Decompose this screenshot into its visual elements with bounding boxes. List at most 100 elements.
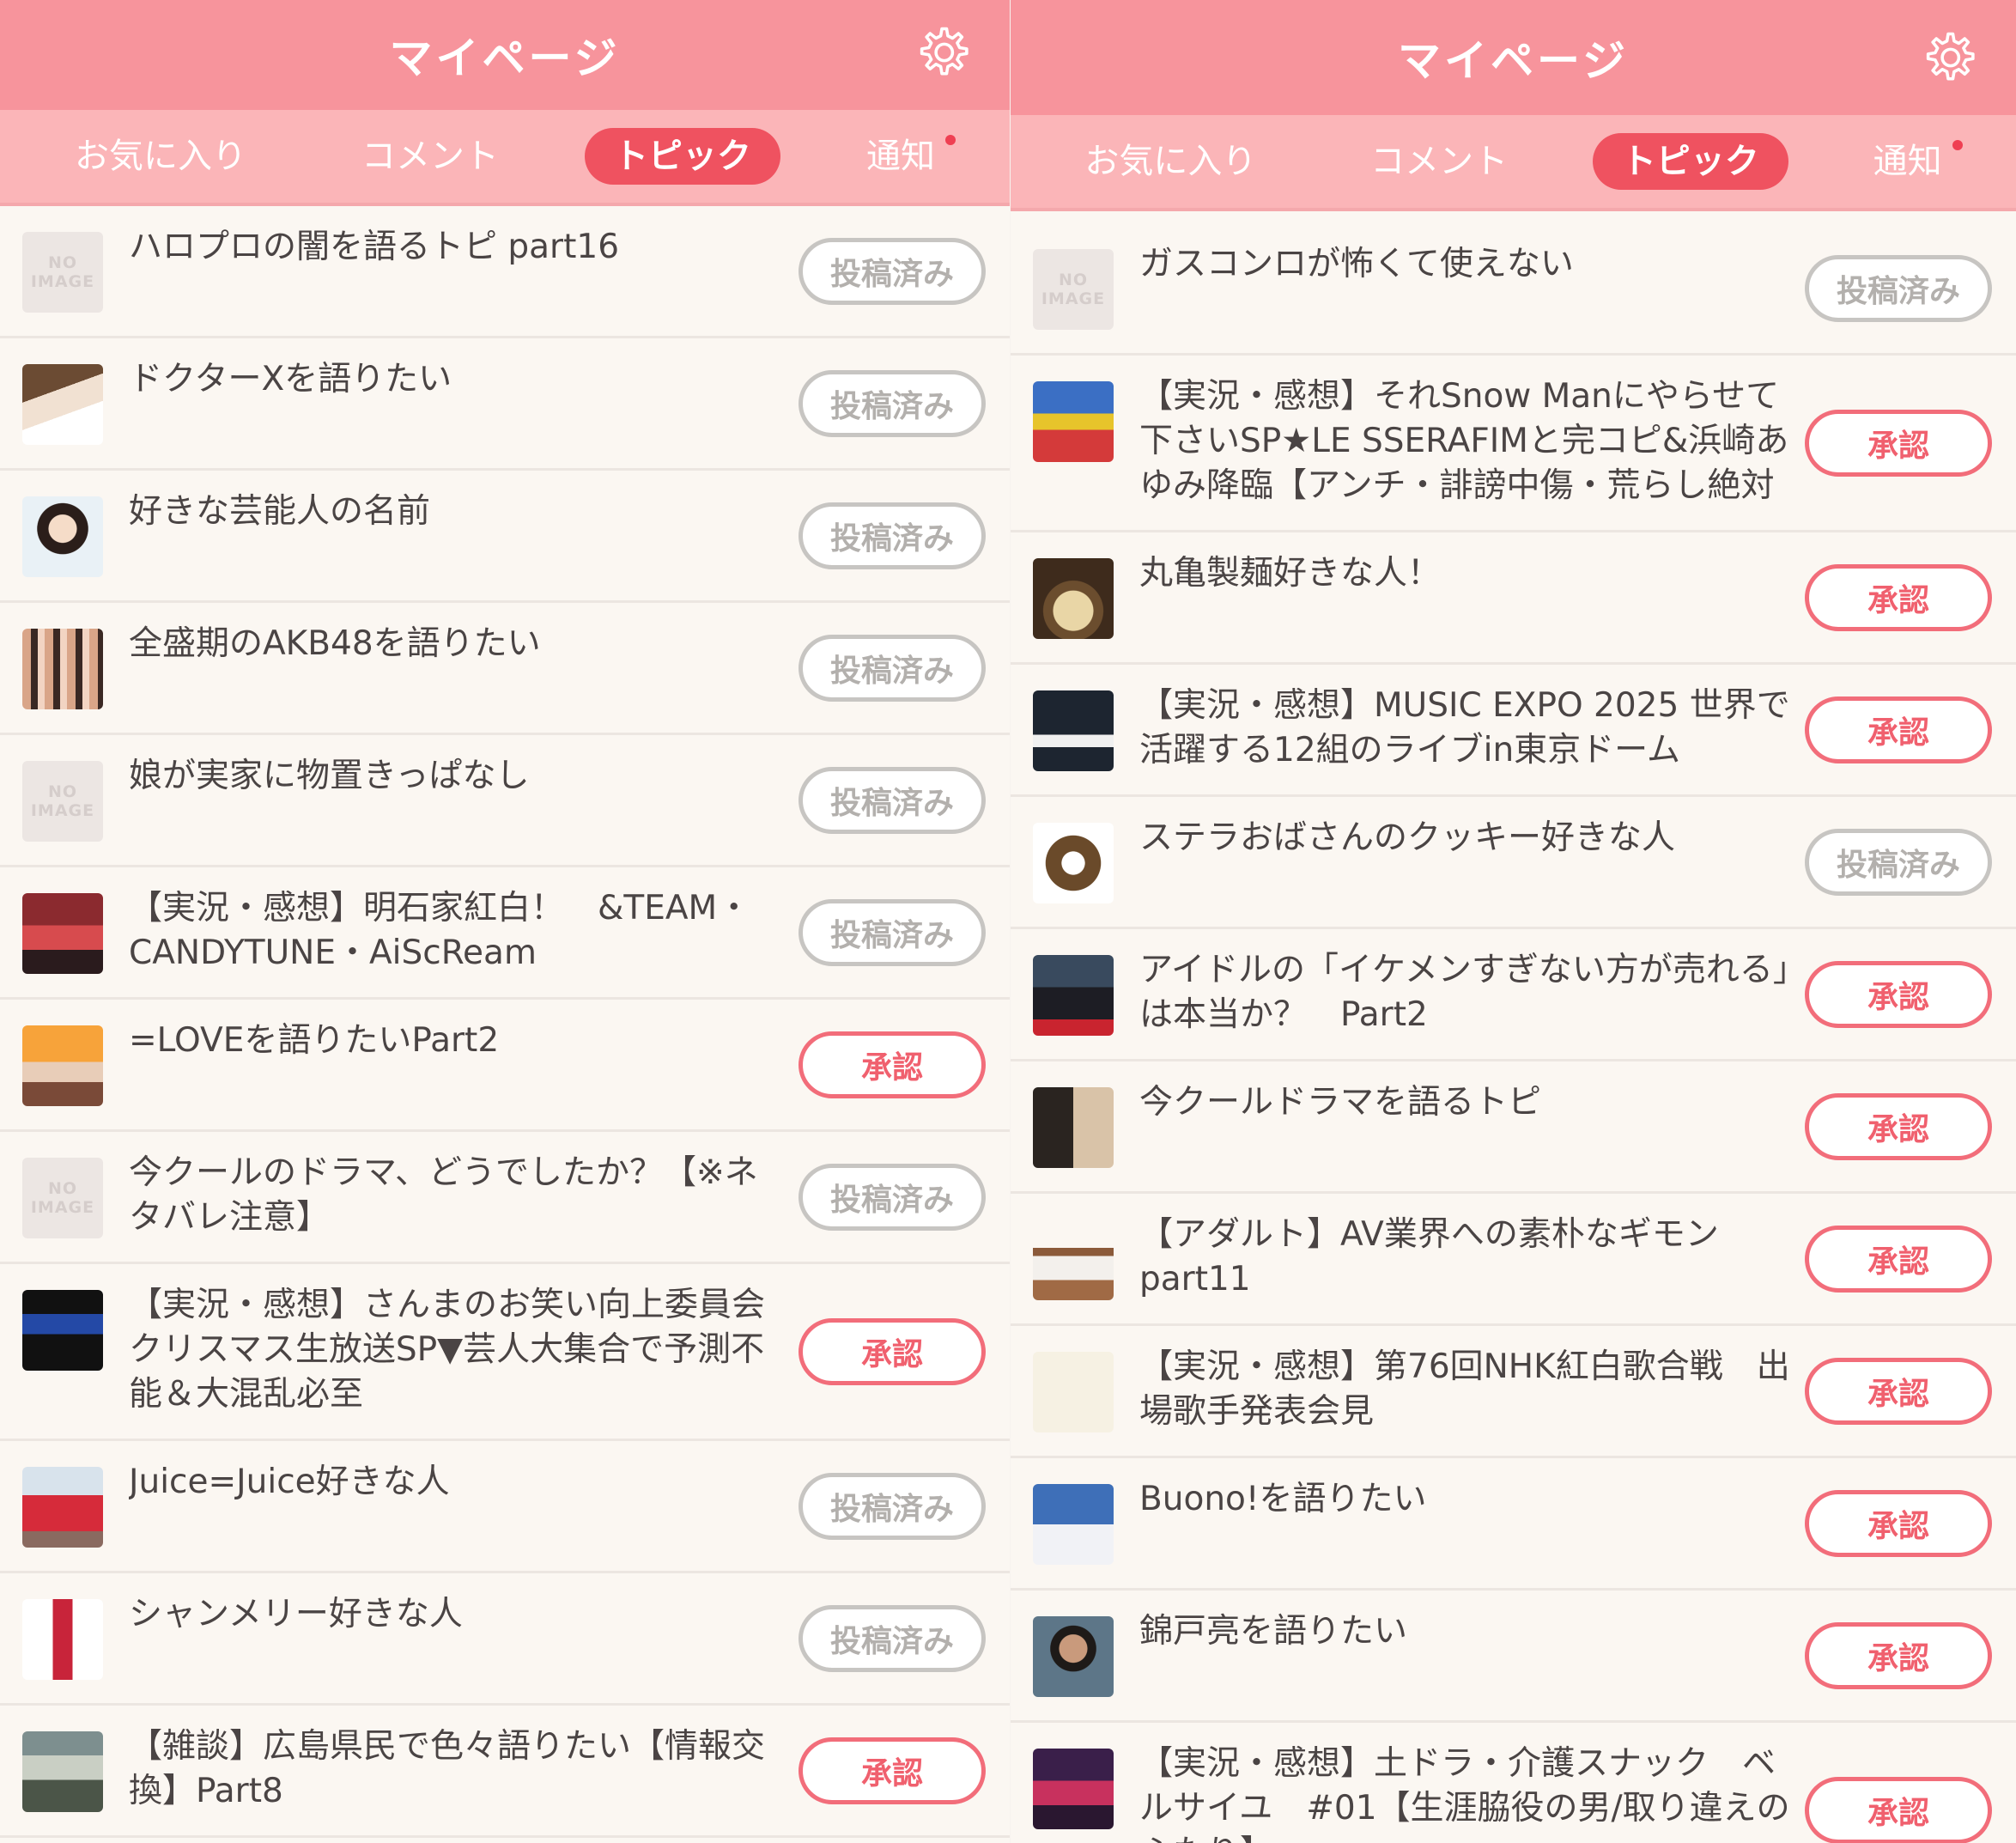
posted-badge[interactable]: 投稿済み xyxy=(799,502,986,569)
tab-topics[interactable]: トピック xyxy=(585,128,780,185)
tab-bar: お気に入り コメント トピック 通知 xyxy=(0,110,1010,206)
tab-notifications[interactable]: 通知 xyxy=(1844,133,1971,190)
topic-title[interactable]: 【実況・感想】第76回NHK紅白歌合戦 出場歌手発表会見 xyxy=(1139,1345,1805,1434)
posted-badge[interactable]: 投稿済み xyxy=(799,766,986,834)
topic-thumbnail xyxy=(1033,1220,1114,1300)
topic-thumbnail xyxy=(22,1599,103,1680)
approve-button[interactable]: 承認 xyxy=(799,1317,986,1385)
topic-title[interactable]: Buono!を語りたい xyxy=(1139,1477,1805,1522)
topic-row[interactable]: Buono!を語りたい 承認 xyxy=(1011,1458,2016,1591)
topic-row[interactable]: 【実況・感想】MUSIC EXPO 2025 世界で活躍する12組のライブin東… xyxy=(1011,665,2016,797)
posted-badge[interactable]: 投稿済み xyxy=(799,634,986,702)
topic-row[interactable]: 【実況・感想】それSnow Manにやらせて下さいSP★LE SSERAFIMと… xyxy=(1011,356,2016,532)
posted-badge[interactable]: 投稿済み xyxy=(799,1472,986,1540)
topic-row[interactable]: 錦戸亮を語りたい 承認 xyxy=(1011,1591,2016,1723)
posted-badge[interactable]: 投稿済み xyxy=(799,369,986,437)
topic-row[interactable]: 【実況・感想】さんまのお笑い向上委員会クリスマス生放送SP▼芸人大集合で予測不能… xyxy=(0,1264,1010,1441)
topic-row[interactable]: =LOVEを語りたいPart2 承認 xyxy=(0,1000,1010,1132)
approve-button[interactable]: 承認 xyxy=(799,1031,986,1098)
approve-button[interactable]: 承認 xyxy=(1805,1225,1992,1293)
topic-thumbnail xyxy=(1033,1616,1114,1697)
no-image-text: IMAGE xyxy=(30,801,95,820)
topic-title[interactable]: ステラおばさんのクッキー好きな人 xyxy=(1139,816,1805,861)
topic-row[interactable]: 好きな芸能人の名前 投稿済み xyxy=(0,471,1010,603)
left-panel: マイページ お気に入り コメント トピック 通知 NO IMAGE ハロプロの闇を語るトピ… xyxy=(0,0,1010,1843)
topic-row[interactable]: アイドルの「イケメンすぎない方が売れる」は本当か？ Part2 承認 xyxy=(1011,929,2016,1061)
topic-row[interactable]: NO IMAGE ガスコンロが怖くて使えない 投稿済み xyxy=(1011,223,2016,356)
posted-badge[interactable]: 投稿済み xyxy=(1805,254,1992,322)
tab-favorites[interactable]: お気に入り xyxy=(1055,133,1285,190)
approve-button[interactable]: 承認 xyxy=(1805,409,1992,477)
topic-title[interactable]: 全盛期のAKB48を語りたい xyxy=(129,622,799,666)
posted-badge[interactable]: 投稿済み xyxy=(1805,828,1992,896)
approve-button[interactable]: 承認 xyxy=(1805,1621,1992,1689)
gear-icon[interactable] xyxy=(914,24,970,81)
posted-badge[interactable]: 投稿済み xyxy=(799,1163,986,1231)
topic-title[interactable]: 今クールドラマを語るトピ xyxy=(1139,1080,1805,1125)
topic-row[interactable]: NO IMAGE 娘が実家に物置きっぱなし 投稿済み xyxy=(0,735,1010,867)
approve-button[interactable]: 承認 xyxy=(1805,696,1992,763)
topic-title[interactable]: シャンメリー好きな人 xyxy=(129,1592,799,1637)
posted-badge[interactable]: 投稿済み xyxy=(799,1604,986,1672)
topic-title[interactable]: 【実況・感想】それSnow Manにやらせて下さいSP★LE SSERAFIMと… xyxy=(1139,374,1805,508)
gear-icon[interactable] xyxy=(1920,29,1977,86)
tab-label: トピック xyxy=(1621,142,1759,181)
topic-thumbnail xyxy=(1033,955,1114,1036)
topic-title[interactable]: 【実況・感想】MUSIC EXPO 2025 世界で活躍する12組のライブin東… xyxy=(1139,684,1805,773)
no-image-placeholder: NO IMAGE xyxy=(22,232,103,313)
page-title: マイページ xyxy=(389,33,621,83)
topic-row[interactable]: 【アダルト】AV業界への素朴なギモン part11 承認 xyxy=(1011,1194,2016,1326)
topic-thumbnail xyxy=(22,1025,103,1106)
topic-title[interactable]: 【アダルト】AV業界への素朴なギモン part11 xyxy=(1139,1213,1805,1302)
topic-title[interactable]: 今クールのドラマ、どうでしたか？【※ネタバレ注意】 xyxy=(129,1151,799,1240)
topic-title[interactable]: ドクターXを語りたい xyxy=(129,357,799,402)
topic-row[interactable]: シャンメリー好きな人 投稿済み xyxy=(0,1573,1010,1706)
topic-title[interactable]: 娘が実家に物置きっぱなし xyxy=(129,754,799,799)
topic-row[interactable]: ドクターXを語りたい 投稿済み xyxy=(0,338,1010,471)
topic-title[interactable]: 錦戸亮を語りたい xyxy=(1139,1609,1805,1654)
approve-button[interactable]: 承認 xyxy=(1805,1489,1992,1557)
tab-favorites[interactable]: お気に入り xyxy=(46,128,276,185)
topic-row[interactable]: 【実況・感想】第76回NHK紅白歌合戦 出場歌手発表会見 承認 xyxy=(1011,1326,2016,1458)
topic-list: NO IMAGE ハロプロの闇を語るトピ part16 投稿済み ドクターXを語りたい投… xyxy=(0,206,1010,1838)
topic-row[interactable]: 【実況・感想】明石家紅白！ &TEAM・CANDYTUNE・AiScReam 投稿… xyxy=(0,867,1010,1000)
no-image-text: NO xyxy=(47,1179,78,1198)
topic-row[interactable]: 【実況・感想】土ドラ・介護スナック ベルサイユ #01【生涯脇役の男/取り違えの… xyxy=(1011,1723,2016,1843)
topic-thumbnail xyxy=(22,364,103,445)
posted-badge[interactable]: 投稿済み xyxy=(799,898,986,966)
topic-row[interactable]: ステラおばさんのクッキー好きな人 投稿済み xyxy=(1011,797,2016,929)
topic-title[interactable]: =LOVEを語りたいPart2 xyxy=(129,1019,799,1063)
topic-thumbnail xyxy=(1033,381,1114,462)
topic-title[interactable]: ハロプロの闇を語るトピ part16 xyxy=(129,225,799,270)
topic-row[interactable]: 丸亀製麺好きな人！ 承認 xyxy=(1011,532,2016,665)
topic-title[interactable]: アイドルの「イケメンすぎない方が売れる」は本当か？ Part2 xyxy=(1139,948,1805,1037)
approve-button[interactable]: 承認 xyxy=(799,1737,986,1804)
topic-title[interactable]: 丸亀製麺好きな人！ xyxy=(1139,551,1805,596)
approve-button[interactable]: 承認 xyxy=(1805,960,1992,1028)
no-image-placeholder: NO IMAGE xyxy=(22,1158,103,1238)
tab-notifications[interactable]: 通知 xyxy=(837,128,964,185)
topic-title[interactable]: ガスコンロが怖くて使えない xyxy=(1139,242,1805,287)
approve-button[interactable]: 承認 xyxy=(1805,563,1992,631)
posted-badge[interactable]: 投稿済み xyxy=(799,237,986,305)
topic-title[interactable]: 好きな芸能人の名前 xyxy=(129,490,799,534)
topic-title[interactable]: 【実況・感想】土ドラ・介護スナック ベルサイユ #01【生涯脇役の男/取り違えの… xyxy=(1139,1742,1805,1843)
no-image-text: IMAGE xyxy=(1041,289,1106,308)
topic-row[interactable]: Juice=Juice好きな人 投稿済み xyxy=(0,1441,1010,1573)
topic-title[interactable]: Juice=Juice好きな人 xyxy=(129,1460,799,1505)
tab-topics[interactable]: トピック xyxy=(1592,133,1788,190)
topic-row[interactable]: 全盛期のAKB48を語りたい 投稿済み xyxy=(0,603,1010,735)
topic-title[interactable]: 【雑談】広島県民で色々語りたい【情報交換】Part8 xyxy=(129,1724,799,1814)
tab-comments[interactable]: コメント xyxy=(332,128,528,185)
topic-thumbnail xyxy=(22,1467,103,1548)
topic-row[interactable]: 【雑談】広島県民で色々語りたい【情報交換】Part8 承認 xyxy=(0,1706,1010,1838)
approve-button[interactable]: 承認 xyxy=(1805,1357,1992,1425)
topic-title[interactable]: 【実況・感想】さんまのお笑い向上委員会クリスマス生放送SP▼芸人大集合で予測不能… xyxy=(129,1283,799,1417)
topic-title[interactable]: 【実況・感想】明石家紅白！ &TEAM・CANDYTUNE・AiScReam xyxy=(129,886,799,976)
tab-comments[interactable]: コメント xyxy=(1341,133,1537,190)
topic-row[interactable]: NO IMAGE ハロプロの闇を語るトピ part16 投稿済み xyxy=(0,206,1010,338)
topic-row[interactable]: 今クールドラマを語るトピ 承認 xyxy=(1011,1061,2016,1194)
topic-row[interactable]: NO IMAGE 今クールのドラマ、どうでしたか？【※ネタバレ注意】 投稿済み xyxy=(0,1132,1010,1264)
approve-button[interactable]: 承認 xyxy=(1805,1776,1992,1843)
approve-button[interactable]: 承認 xyxy=(1805,1092,1992,1160)
